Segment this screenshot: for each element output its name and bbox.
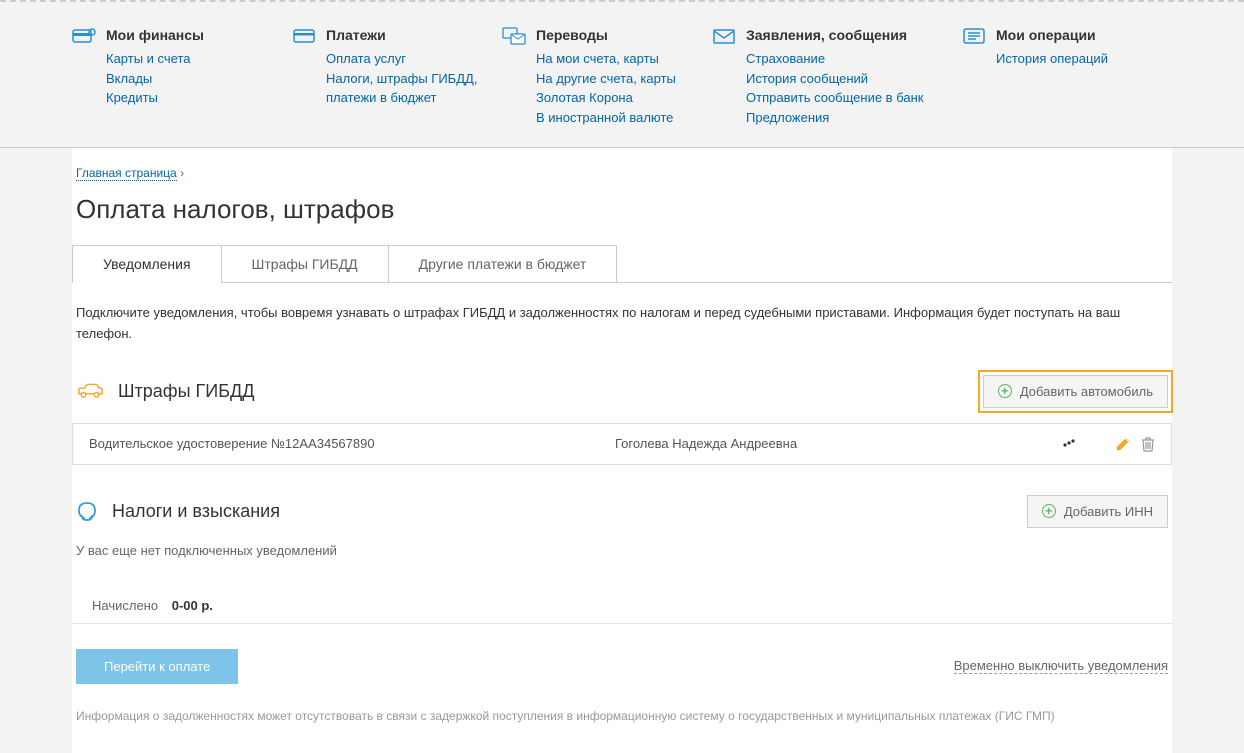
nav-operations-title: Мои операции (996, 27, 1108, 43)
nav-link[interactable]: Вклады (106, 69, 204, 89)
nav-link[interactable]: Кредиты (106, 88, 204, 108)
plus-icon: + (1042, 504, 1056, 518)
no-notifications: У вас еще нет подключенных уведомлений (72, 543, 1172, 558)
nav-finances-title: Мои финансы (106, 27, 204, 43)
transfers-icon (502, 27, 526, 45)
dots-icon[interactable] (1061, 438, 1075, 448)
nav-link[interactable]: Налоги, штрафы ГИБДД, платежи в бюджет (326, 69, 482, 108)
breadcrumb-home[interactable]: Главная страница (76, 166, 177, 181)
nav-payments-title: Платежи (326, 27, 482, 43)
add-inn-button[interactable]: + Добавить ИНН (1027, 495, 1168, 528)
nav-link[interactable]: На другие счета, карты (536, 69, 676, 89)
nav-link[interactable]: История операций (996, 49, 1108, 69)
nav-link[interactable]: В иностранной валюте (536, 108, 676, 128)
payments-icon (292, 27, 316, 45)
nav-link[interactable]: История сообщений (746, 69, 923, 89)
messages-icon (712, 27, 736, 45)
delete-icon[interactable] (1141, 436, 1155, 452)
tab-fines[interactable]: Штрафы ГИБДД (221, 245, 389, 282)
main-nav: Мои финансы Карты и счета Вклады Кредиты… (72, 2, 1172, 147)
add-car-button[interactable]: + Добавить автомобиль (983, 375, 1168, 408)
edit-icon[interactable] (1115, 436, 1131, 452)
nav-link[interactable]: Золотая Корона (536, 88, 676, 108)
nav-link[interactable]: На мои счета, карты (536, 49, 676, 69)
fines-title: Штрафы ГИБДД (118, 381, 254, 402)
operations-icon (962, 27, 986, 45)
nav-transfers-title: Переводы (536, 27, 676, 43)
tab-other[interactable]: Другие платежи в бюджет (388, 245, 618, 282)
taxes-title: Налоги и взыскания (112, 501, 280, 522)
nav-link[interactable]: Оплата услуг (326, 49, 482, 69)
disable-notifications-link[interactable]: Временно выключить уведомления (954, 658, 1168, 674)
info-text: Подключите уведомления, чтобы вовремя уз… (72, 303, 1172, 345)
record-doc: Водительское удостоверение №12АА34567890 (89, 436, 615, 451)
page-title: Оплата налогов, штрафов (72, 194, 1172, 225)
breadcrumb: Главная страница › (72, 166, 1172, 180)
nav-link[interactable]: Карты и счета (106, 49, 204, 69)
disclaimer: Информация о задолженностях может отсутс… (72, 709, 1172, 723)
tab-notifications[interactable]: Уведомления (72, 245, 222, 282)
nav-link[interactable]: Отправить сообщение в банк (746, 88, 923, 108)
tabs: Уведомления Штрафы ГИБДД Другие платежи … (72, 245, 1172, 283)
finances-icon (72, 27, 96, 45)
nav-messages-title: Заявления, сообщения (746, 27, 923, 43)
plus-icon: + (998, 384, 1012, 398)
car-icon (76, 382, 104, 400)
record-name: Гоголева Надежда Андреевна (615, 436, 955, 451)
accrued-row: Начислено 0-00 р. (72, 588, 1172, 624)
nav-link[interactable]: Предложения (746, 108, 923, 128)
pay-button[interactable]: Перейти к оплате (76, 649, 238, 684)
license-record: Водительское удостоверение №12АА34567890… (72, 423, 1172, 465)
nav-link[interactable]: Страхование (746, 49, 923, 69)
tax-icon (76, 500, 98, 522)
